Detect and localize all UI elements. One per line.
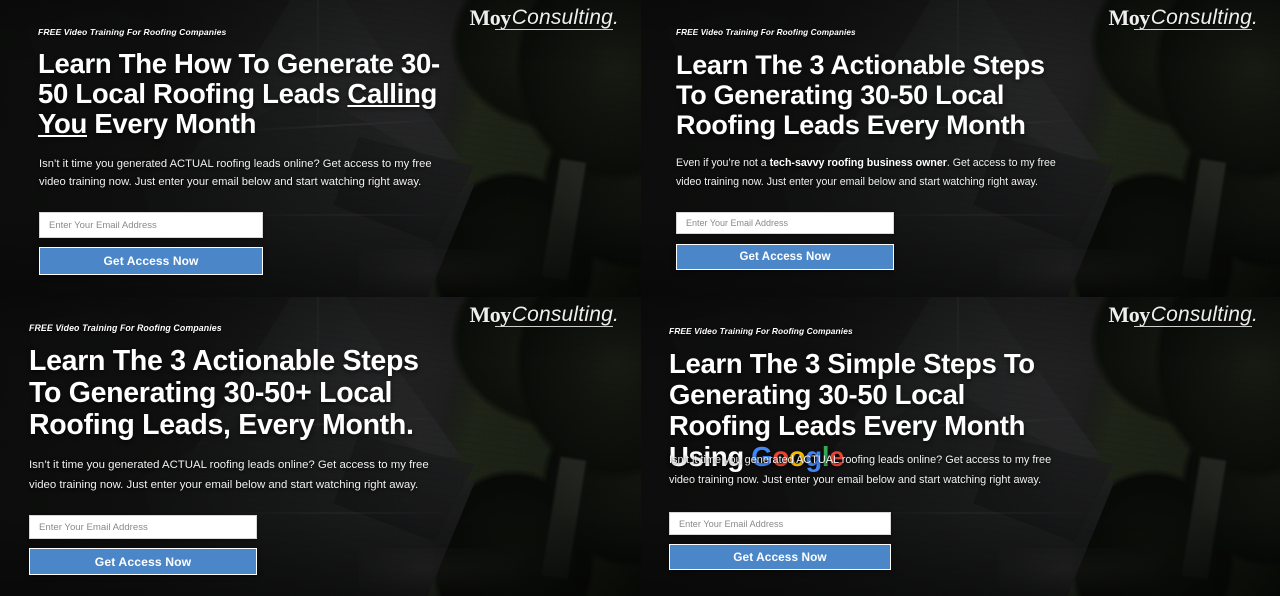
subheadline-text: Isn’t it time you generated ACTUAL roofi… — [669, 454, 1052, 486]
subheadline-text: Isn’t it time you generated ACTUAL roofi… — [29, 459, 429, 491]
landing-page-variant-grid: Moy Consulting. FREE Video Training For … — [0, 0, 1280, 596]
page-title: Learn The 3 Actionable Steps To Generati… — [676, 50, 1045, 140]
logo-mark-text: Moy — [469, 302, 511, 327]
get-access-now-button[interactable]: Get Access Now — [669, 544, 891, 570]
email-field[interactable] — [39, 212, 263, 238]
landing-page-variant-2: Moy Consulting. FREE Video Training For … — [641, 0, 1280, 297]
eyebrow-text: FREE Video Training For Roofing Companie… — [38, 27, 227, 37]
subheadline-text: Even if you’re not a tech-savvy roofing … — [676, 157, 1056, 188]
eyebrow-text: FREE Video Training For Roofing Companie… — [29, 323, 222, 333]
get-access-now-button[interactable]: Get Access Now — [676, 244, 894, 270]
email-field[interactable] — [676, 212, 894, 234]
landing-page-variant-3: Moy Consulting. FREE Video Training For … — [0, 297, 641, 596]
email-field[interactable] — [669, 512, 891, 535]
logo-mark-text: Moy — [1108, 302, 1150, 327]
moy-consulting-logo[interactable]: Moy Consulting. — [469, 302, 619, 327]
page-title: Learn The 3 Actionable Steps To Generati… — [29, 345, 419, 441]
email-field[interactable] — [29, 515, 257, 539]
moy-consulting-logo[interactable]: Moy Consulting. — [1108, 302, 1258, 327]
logo-underline-rule — [1134, 29, 1252, 30]
logo-underline-rule — [1134, 326, 1252, 327]
logo-word-text: Consulting. — [1150, 303, 1258, 326]
get-access-now-button[interactable]: Get Access Now — [39, 247, 263, 275]
subheadline-text: Isn’t it time you generated ACTUAL roofi… — [39, 158, 432, 188]
logo-underline-rule — [495, 326, 613, 327]
logo-underline-rule — [495, 29, 613, 30]
moy-consulting-logo[interactable]: Moy Consulting. — [469, 5, 619, 30]
logo-word-text: Consulting. — [511, 6, 619, 29]
eyebrow-text: FREE Video Training For Roofing Companie… — [676, 28, 856, 37]
landing-page-variant-1: Moy Consulting. FREE Video Training For … — [0, 0, 641, 297]
logo-mark-text: Moy — [1108, 5, 1150, 30]
logo-word-text: Consulting. — [1150, 6, 1258, 29]
moy-consulting-logo[interactable]: Moy Consulting. — [1108, 5, 1258, 30]
landing-page-variant-4: Moy Consulting. FREE Video Training For … — [641, 297, 1280, 596]
logo-mark-text: Moy — [469, 5, 511, 30]
get-access-now-button[interactable]: Get Access Now — [29, 548, 257, 575]
eyebrow-text: FREE Video Training For Roofing Companie… — [669, 326, 853, 336]
page-title: Learn The How To Generate 30-50 Local Ro… — [38, 48, 440, 139]
logo-word-text: Consulting. — [511, 303, 619, 326]
